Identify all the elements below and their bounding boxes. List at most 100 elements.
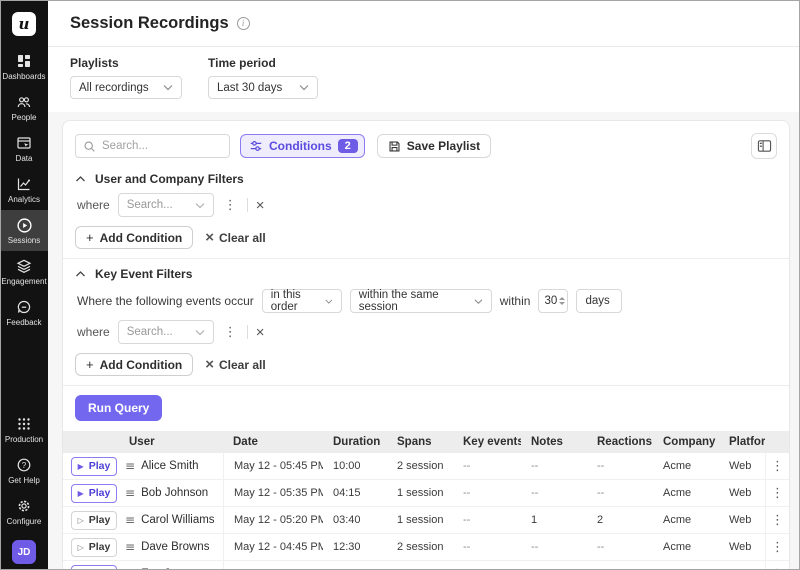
play-button[interactable]: ▷Play xyxy=(71,538,117,557)
company-cell: Acme xyxy=(653,480,719,506)
sessions-icon xyxy=(16,217,32,233)
time-unit-select[interactable]: days xyxy=(576,289,622,313)
playlists-label: Playlists xyxy=(70,56,182,70)
clear-all-button[interactable]: × Clear all xyxy=(205,230,265,245)
run-query-button[interactable]: Run Query xyxy=(75,395,162,421)
drag-handle-icon[interactable]: ≡ xyxy=(125,513,135,527)
user-cell: ≡ Bob Johnson xyxy=(119,480,223,506)
section-title: Key Event Filters xyxy=(95,267,192,281)
notes-cell: -- xyxy=(521,561,587,570)
row-menu-kebab-icon[interactable]: ⋮ xyxy=(769,487,786,500)
user-name: Alice Smith xyxy=(141,460,199,472)
sidebar-item-configure[interactable]: Configure xyxy=(0,491,48,532)
search-icon xyxy=(83,140,96,153)
add-condition-button[interactable]: + Add Condition xyxy=(75,226,193,249)
sidebar-item-dashboards[interactable]: Dashboards xyxy=(0,46,48,87)
sidebar-item-people[interactable]: People xyxy=(0,87,48,128)
row-actions-cell: ⋮ xyxy=(765,453,789,479)
time-period-filter-group: Time period Last 30 days xyxy=(208,56,318,99)
user-cell: ≡ Carol Williams xyxy=(119,507,223,533)
table-row[interactable]: ▶Play≡Alice SmithMay 12 - 05:45 PM10:002… xyxy=(63,453,789,480)
remove-condition-icon[interactable]: × xyxy=(256,198,265,213)
save-playlist-button[interactable]: Save Playlist xyxy=(377,134,491,158)
collapse-section-button[interactable] xyxy=(75,175,86,183)
sidebar-item-engagement[interactable]: Engagement xyxy=(0,251,48,292)
add-condition-button[interactable]: + Add Condition xyxy=(75,353,193,376)
user-name: Carol Williams xyxy=(141,514,214,526)
page-title: Session Recordings xyxy=(70,14,229,33)
data-icon xyxy=(16,135,32,151)
play-cell: ▷Play xyxy=(63,534,119,560)
sidebar-item-get-help[interactable]: ?Get Help xyxy=(0,450,48,491)
play-button[interactable]: ▶Play xyxy=(71,565,117,570)
number-stepper[interactable] xyxy=(559,297,565,305)
key-events-cell: -- xyxy=(453,507,521,533)
search-box xyxy=(75,134,230,158)
table-row[interactable]: ▷Play≡Carol WilliamsMay 12 - 05:20 PM03:… xyxy=(63,507,789,534)
event-order-value: in this order xyxy=(271,289,317,313)
sidebar-item-label: Production xyxy=(5,435,43,444)
app-window: u DashboardsPeopleData Analytics SessionsE… xyxy=(0,0,800,570)
row-menu-kebab-icon[interactable]: ⋮ xyxy=(769,460,786,473)
separator xyxy=(247,325,248,339)
clear-all-button[interactable]: × Clear all xyxy=(205,357,265,372)
drag-handle-icon[interactable]: ≡ xyxy=(125,486,135,500)
row-menu-kebab-icon[interactable]: ⋮ xyxy=(769,514,786,527)
play-label: Play xyxy=(89,460,111,472)
conditions-button[interactable]: Conditions 2 xyxy=(240,134,365,158)
play-button[interactable]: ▶Play xyxy=(71,484,117,503)
row-menu-kebab-icon[interactable]: ⋮ xyxy=(769,541,786,554)
userpilot-logo[interactable]: u xyxy=(12,12,36,36)
search-input[interactable] xyxy=(102,140,222,152)
where-label: where xyxy=(77,198,110,212)
play-cell: ▶Play xyxy=(63,561,119,570)
event-scope-select[interactable]: within the same session xyxy=(350,289,492,313)
sidebar-item-data[interactable]: Data xyxy=(0,128,48,169)
sidebar-item-label: Analytics xyxy=(8,195,40,204)
manage-columns-button[interactable] xyxy=(751,133,777,159)
user-avatar[interactable]: JD xyxy=(12,540,36,564)
time-period-select[interactable]: Last 30 days xyxy=(208,76,318,99)
drag-handle-icon[interactable]: ≡ xyxy=(125,540,135,554)
sidebar-item-analytics[interactable]: Analytics xyxy=(0,169,48,210)
sidebar-item-label: Configure xyxy=(7,517,42,526)
table-row[interactable]: ▶Play≡Eve JonesMay 12 - 04:30 PM06:101 s… xyxy=(63,561,789,570)
chevron-up-icon xyxy=(75,270,86,278)
condition-field-select[interactable]: Search... xyxy=(118,320,214,344)
play-button[interactable]: ▶Play xyxy=(71,457,117,476)
condition-menu-kebab-icon[interactable]: ⋮ xyxy=(222,199,239,212)
within-number-input[interactable]: 30 xyxy=(538,289,568,313)
collapse-section-button[interactable] xyxy=(75,270,86,278)
sidebar-item-production[interactable]: Production xyxy=(0,409,48,450)
key-event-filters-section-header: Key Event Filters xyxy=(63,267,789,281)
conditions-count-badge: 2 xyxy=(338,139,358,153)
table-row[interactable]: ▶Play≡Bob JohnsonMay 12 - 05:35 PM04:151… xyxy=(63,480,789,507)
remove-condition-icon[interactable]: × xyxy=(256,325,265,340)
section-title: User and Company Filters xyxy=(95,172,244,186)
row-actions-cell: ⋮ xyxy=(765,561,789,570)
events-occur-label: Where the following events occur xyxy=(77,294,254,308)
play-cell: ▶Play xyxy=(63,453,119,479)
table-columns-icon xyxy=(757,139,772,153)
table-row[interactable]: ▷Play≡Dave BrownsMay 12 - 04:45 PM12:302… xyxy=(63,534,789,561)
condition-field-select[interactable]: Search... xyxy=(118,193,214,217)
production-icon xyxy=(16,416,32,432)
sidebar-item-sessions[interactable]: Sessions xyxy=(0,210,48,251)
get-help-icon: ? xyxy=(16,457,32,473)
play-cell: ▷Play xyxy=(63,507,119,533)
content-area: Conditions 2 Save Playlist xyxy=(48,112,800,570)
info-icon[interactable]: i xyxy=(237,17,250,30)
drag-handle-icon[interactable]: ≡ xyxy=(125,459,135,473)
user-name: Bob Johnson xyxy=(141,487,208,499)
date-cell: May 12 - 04:45 PM xyxy=(223,534,323,560)
column-header-notes: Notes xyxy=(521,436,587,448)
row-actions-cell: ⋮ xyxy=(765,480,789,506)
user-cell: ≡Eve Jones xyxy=(119,561,223,570)
play-button[interactable]: ▷Play xyxy=(71,511,117,530)
event-order-select[interactable]: in this order xyxy=(262,289,342,313)
condition-menu-kebab-icon[interactable]: ⋮ xyxy=(222,326,239,339)
date-cell: May 12 - 05:20 PM xyxy=(223,507,323,533)
playlists-select[interactable]: All recordings xyxy=(70,76,182,99)
sidebar-item-feedback[interactable]: Feedback xyxy=(0,292,48,333)
clear-icon: × xyxy=(205,357,214,372)
